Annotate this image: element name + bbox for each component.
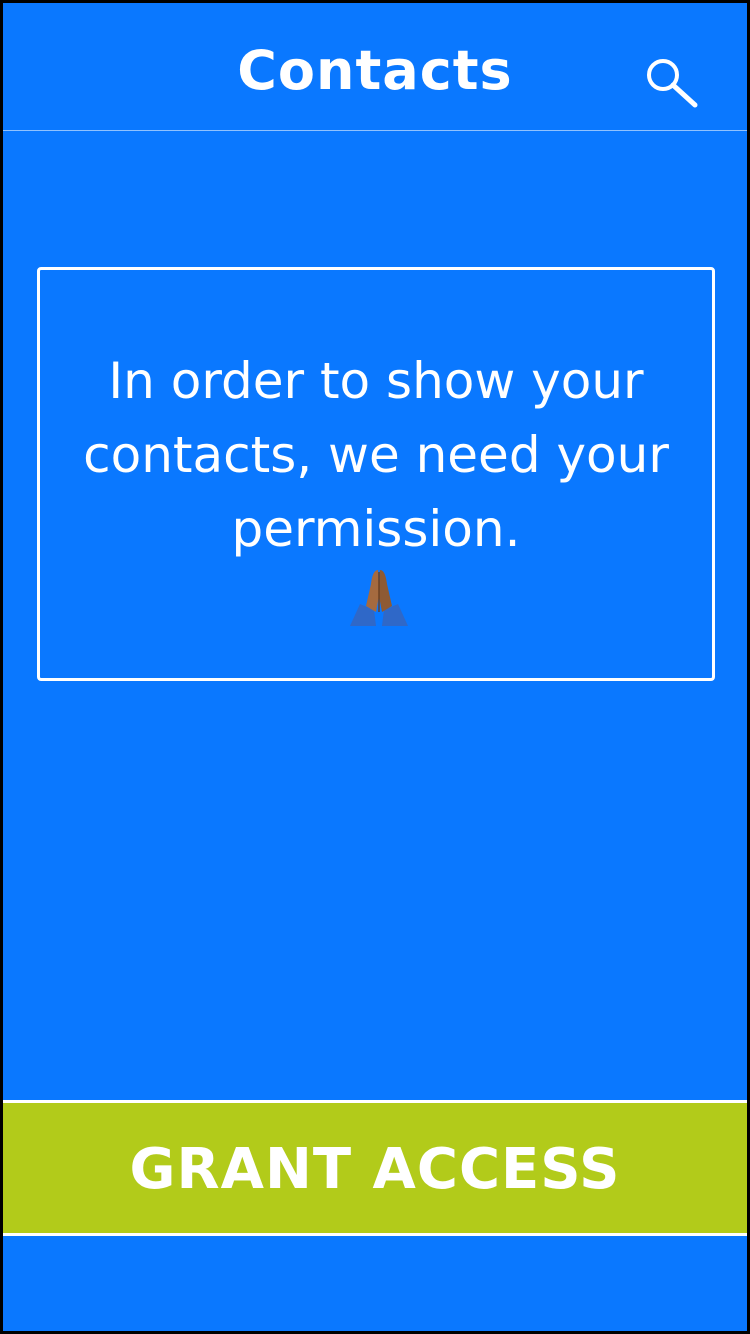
folded-hands-icon (346, 566, 412, 628)
permission-message: In order to show your contacts, we need … (83, 352, 669, 558)
grant-access-button[interactable]: GRANT ACCESS (3, 1100, 747, 1236)
page-title: Contacts (237, 39, 513, 102)
contacts-permission-screen: Contacts In order to show your contacts,… (0, 0, 750, 1334)
search-icon (647, 59, 698, 108)
grant-access-label: GRANT ACCESS (129, 1137, 621, 1202)
permission-message-box: In order to show your contacts, we need … (37, 267, 715, 681)
app-header: Contacts (3, 3, 747, 131)
search-button[interactable] (639, 51, 703, 115)
